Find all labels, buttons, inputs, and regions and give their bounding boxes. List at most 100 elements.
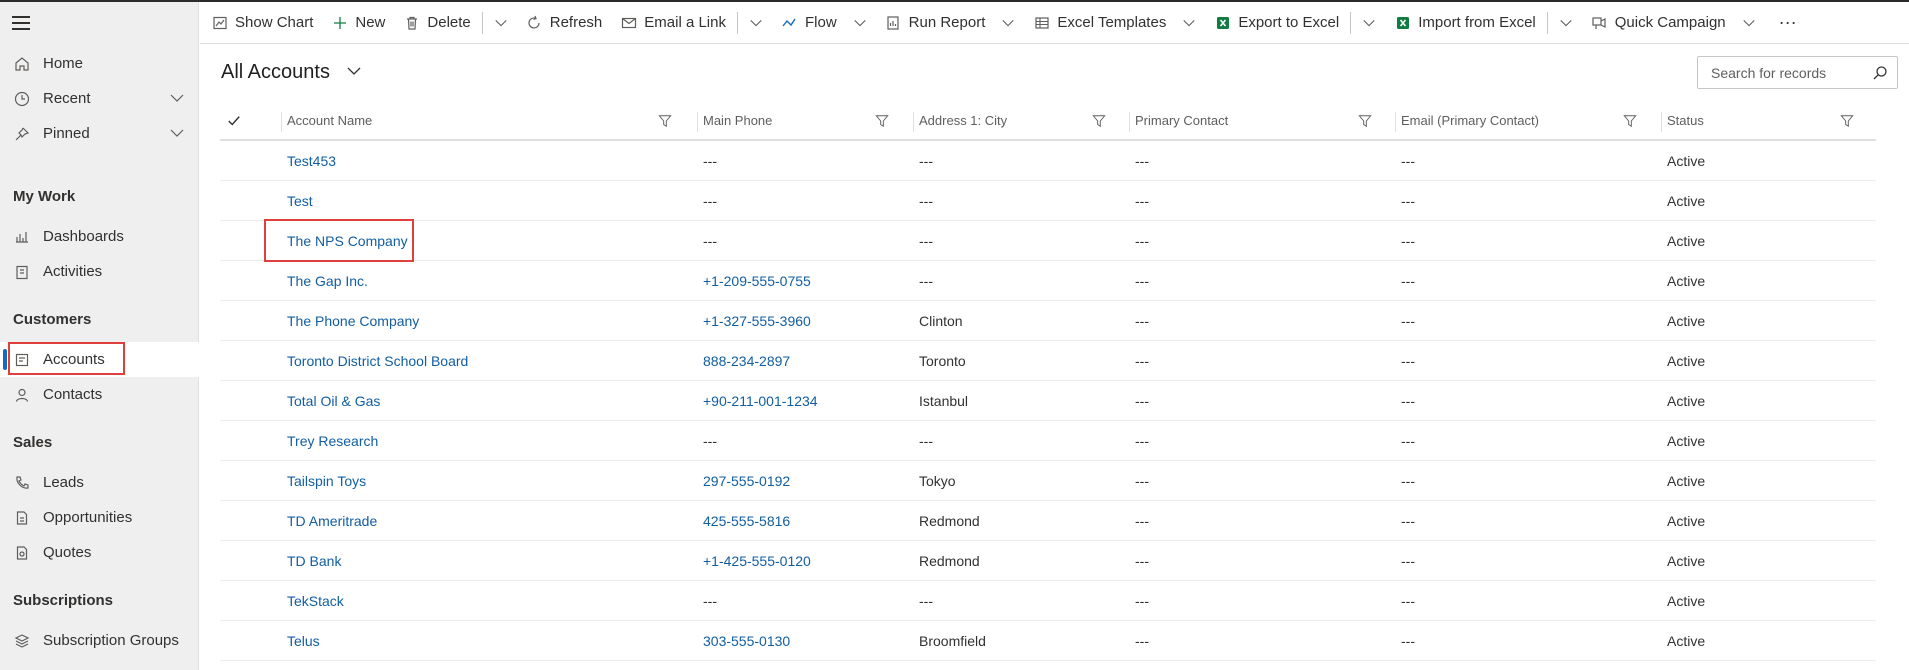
filter-icon[interactable] bbox=[658, 114, 672, 131]
email-cell: --- bbox=[1401, 273, 1415, 289]
delete-label: Delete bbox=[427, 14, 471, 31]
table-row[interactable]: Total Oil & Gas +90-211-001-1234 Istanbu… bbox=[220, 381, 1876, 421]
chevron-down-icon bbox=[1002, 19, 1015, 26]
column-label: Main Phone bbox=[703, 113, 773, 128]
chevron-down-icon[interactable] bbox=[169, 125, 185, 145]
account-name-link[interactable]: Tailspin Toys bbox=[287, 461, 366, 501]
selected-indicator bbox=[3, 349, 7, 370]
column-header-email[interactable]: Email (Primary Contact) bbox=[1395, 102, 1649, 139]
import-excel-button[interactable]: Import from Excel bbox=[1385, 2, 1545, 44]
excel-icon bbox=[1394, 14, 1411, 31]
table-row[interactable]: Tailspin Toys 297-555-0192 Tokyo --- ---… bbox=[220, 461, 1876, 501]
sidebar-item-activities[interactable]: Activities bbox=[0, 254, 199, 289]
main-phone-cell: --- bbox=[703, 593, 717, 609]
refresh-button[interactable]: Refresh bbox=[517, 2, 612, 44]
report-icon bbox=[885, 14, 902, 31]
filter-icon[interactable] bbox=[1840, 114, 1854, 131]
account-name-link[interactable]: Test453 bbox=[287, 141, 336, 181]
view-selector[interactable]: All Accounts bbox=[221, 60, 362, 85]
campaign-icon bbox=[1591, 14, 1608, 31]
main-phone-link[interactable]: 303-555-0130 bbox=[703, 621, 790, 661]
account-name-link[interactable]: TD Bank bbox=[287, 541, 341, 581]
chevron-down-icon[interactable] bbox=[169, 90, 185, 110]
column-header-primary-contact[interactable]: Primary Contact bbox=[1129, 102, 1384, 139]
delete-button[interactable]: Delete bbox=[394, 2, 479, 44]
table-row[interactable]: Telus 303-555-0130 Broomfield --- --- Ac… bbox=[220, 621, 1876, 661]
separator bbox=[1546, 11, 1548, 34]
sidebar-item-subscription-groups[interactable]: Subscription Groups bbox=[0, 623, 199, 658]
email-link-button[interactable]: Email a Link bbox=[611, 2, 735, 44]
account-name-link[interactable]: Telus bbox=[287, 621, 320, 661]
sidebar-item-dashboards[interactable]: Dashboards bbox=[0, 219, 199, 254]
table-row[interactable]: TD Bank +1-425-555-0120 Redmond --- --- … bbox=[220, 541, 1876, 581]
email-more-dropdown[interactable] bbox=[740, 2, 772, 44]
main-phone-link[interactable]: +1-209-555-0755 bbox=[703, 261, 811, 301]
show-chart-button[interactable]: Show Chart bbox=[200, 2, 322, 44]
column-label: Primary Contact bbox=[1135, 113, 1229, 128]
table-row[interactable]: The Phone Company +1-327-555-3960 Clinto… bbox=[220, 301, 1876, 341]
column-header-main-phone[interactable]: Main Phone bbox=[697, 102, 901, 139]
section-title-sales: Sales bbox=[13, 434, 53, 451]
column-label: Address 1: City bbox=[919, 113, 1008, 128]
more-commands-button[interactable]: ··· bbox=[1765, 2, 1806, 44]
main-phone-link[interactable]: 425-555-5816 bbox=[703, 501, 790, 541]
table-row[interactable]: Toronto District School Board 888-234-28… bbox=[220, 341, 1876, 381]
table-row[interactable]: TD Ameritrade 425-555-5816 Redmond --- -… bbox=[220, 501, 1876, 541]
export-excel-button[interactable]: Export to Excel bbox=[1205, 2, 1348, 44]
account-name-link[interactable]: Test bbox=[287, 181, 313, 221]
table-row[interactable]: The NPS Company --- --- --- --- Active bbox=[220, 219, 1876, 262]
main-phone-link[interactable]: 297-555-0192 bbox=[703, 461, 790, 501]
table-row[interactable]: TekStack --- --- --- --- Active bbox=[220, 581, 1876, 621]
hamburger-menu-icon[interactable] bbox=[12, 16, 30, 30]
filter-icon[interactable] bbox=[1092, 114, 1106, 131]
search-icon[interactable] bbox=[1872, 65, 1888, 84]
sidebar-item-quotes[interactable]: Quotes bbox=[0, 535, 199, 570]
chevron-down-icon bbox=[1363, 19, 1375, 26]
export-more-dropdown[interactable] bbox=[1353, 2, 1385, 44]
column-header-status[interactable]: Status bbox=[1661, 102, 1866, 139]
main-phone-link[interactable]: 888-234-2897 bbox=[703, 341, 790, 381]
main-phone-link[interactable]: +1-327-555-3960 bbox=[703, 301, 811, 341]
sidebar-item-home[interactable]: Home bbox=[0, 46, 199, 81]
flow-button[interactable]: Flow bbox=[772, 2, 876, 44]
sidebar-item-leads[interactable]: Leads bbox=[0, 465, 199, 500]
account-name-link[interactable]: Toronto District School Board bbox=[287, 341, 468, 381]
sidebar-item-label: Dashboards bbox=[43, 228, 124, 245]
quick-campaign-button[interactable]: Quick Campaign bbox=[1582, 2, 1765, 44]
sidebar-item-recent[interactable]: Recent bbox=[0, 81, 199, 116]
account-name-link[interactable]: Total Oil & Gas bbox=[287, 381, 380, 421]
email-link-icon bbox=[620, 14, 637, 31]
account-name-link[interactable]: Trey Research bbox=[287, 421, 378, 461]
filter-icon[interactable] bbox=[1358, 114, 1372, 131]
table-row[interactable]: Test --- --- --- --- Active bbox=[220, 181, 1876, 221]
main-phone-link[interactable]: +1-425-555-0120 bbox=[703, 541, 811, 581]
new-button[interactable]: New bbox=[322, 2, 394, 44]
sidebar-item-label: Home bbox=[43, 55, 84, 72]
main-phone-link[interactable]: +90-211-001-1234 bbox=[703, 381, 818, 421]
table-row[interactable]: The Gap Inc. +1-209-555-0755 --- --- ---… bbox=[220, 261, 1876, 301]
primary-contact-cell: --- bbox=[1135, 233, 1149, 249]
account-name-link[interactable]: The Gap Inc. bbox=[287, 261, 368, 301]
account-name-link[interactable]: The Phone Company bbox=[287, 301, 419, 341]
sidebar-item-contacts[interactable]: Contacts bbox=[0, 377, 199, 412]
account-name-link[interactable]: TD Ameritrade bbox=[287, 501, 377, 541]
sidebar-item-label: Subscription Groups bbox=[43, 632, 179, 649]
column-header-account-name[interactable]: Account Name bbox=[281, 102, 684, 139]
sidebar-item-pinned[interactable]: Pinned bbox=[0, 116, 199, 151]
table-row[interactable]: Test453 --- --- --- --- Active bbox=[220, 141, 1876, 181]
status-cell: Active bbox=[1667, 393, 1706, 409]
column-divider bbox=[1129, 112, 1130, 132]
import-more-dropdown[interactable] bbox=[1550, 2, 1582, 44]
excel-templates-button[interactable]: Excel Templates bbox=[1024, 2, 1205, 44]
table-row[interactable]: Trey Research --- --- --- --- Active bbox=[220, 421, 1876, 461]
filter-icon[interactable] bbox=[1623, 114, 1637, 131]
account-name-link[interactable]: TekStack bbox=[287, 581, 344, 621]
delete-more-dropdown[interactable] bbox=[485, 2, 517, 44]
select-all-checkbox[interactable] bbox=[227, 102, 241, 139]
search-input[interactable]: Search for records bbox=[1697, 56, 1898, 89]
run-report-button[interactable]: Run Report bbox=[876, 2, 1025, 44]
column-header-city[interactable]: Address 1: City bbox=[913, 102, 1118, 139]
filter-icon[interactable] bbox=[875, 114, 889, 131]
sidebar-item-opportunities[interactable]: Opportunities bbox=[0, 500, 199, 535]
separator bbox=[736, 11, 738, 34]
